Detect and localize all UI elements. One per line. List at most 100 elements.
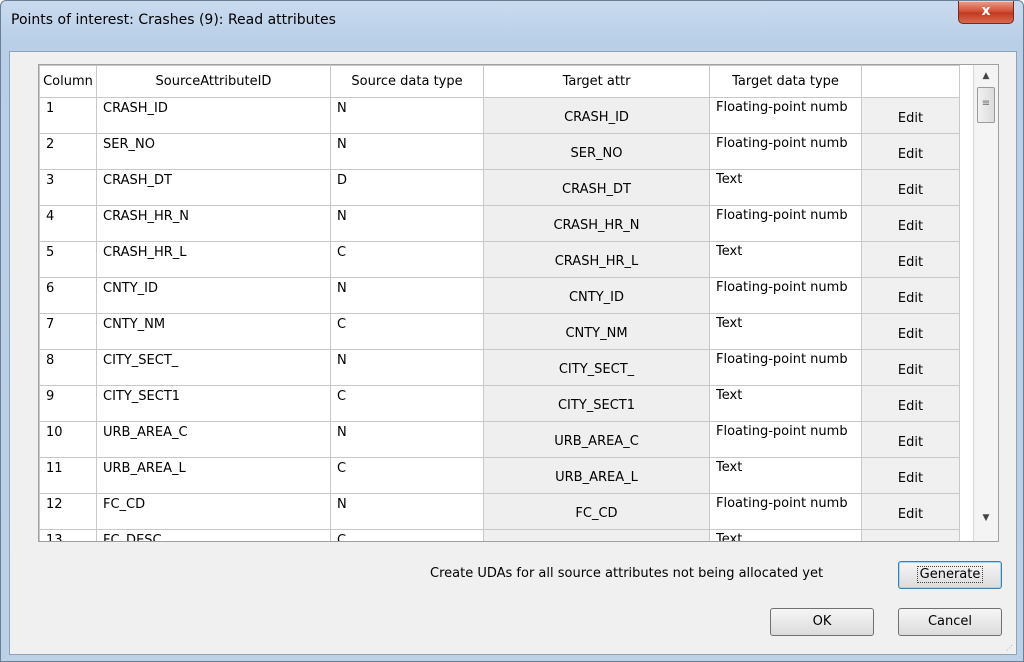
edit-button[interactable]: Edit xyxy=(861,277,960,314)
edit-button[interactable]: Edit xyxy=(861,421,960,458)
scroll-up-arrow-icon[interactable]: ▲ xyxy=(974,67,998,85)
resize-grip-icon[interactable]: ⋰ xyxy=(1006,644,1014,652)
table-row[interactable]: 2 SER_NO N SER_NO Floating-point numb Edit xyxy=(39,133,960,170)
edit-button[interactable]: Edit xyxy=(861,457,960,494)
title-bar[interactable]: Points of interest: Crashes (9): Read at… xyxy=(1,1,1023,45)
table-row[interactable]: 10 URB_AREA_C N URB_AREA_C Floating-point nu… xyxy=(39,421,960,458)
cell-target-attr[interactable]: CNTY_ID xyxy=(483,277,710,314)
cell-target-attr[interactable]: FC_DESC xyxy=(483,529,710,541)
header-target-data-type[interactable]: Target data type xyxy=(709,65,862,98)
table-row[interactable]: 6 CNTY_ID N CNTY_ID Floating-point numb Edit xyxy=(39,277,960,314)
generate-button[interactable]: Generate xyxy=(898,561,1002,589)
cell-source-attribute-id: CRASH_ID xyxy=(96,97,331,134)
scroll-down-arrow-icon[interactable]: ▼ xyxy=(974,509,998,527)
attribute-grid: Column SourceAttributeID Source data typ… xyxy=(38,64,999,542)
cell-target-attr[interactable]: URB_AREA_L xyxy=(483,457,710,494)
cell-target-data-type[interactable]: Text xyxy=(709,529,862,541)
edit-button[interactable]: Edit xyxy=(861,349,960,386)
edit-button[interactable]: Edit xyxy=(861,529,960,541)
cell-target-data-type[interactable]: Text xyxy=(709,313,862,350)
window-title: Points of interest: Crashes (9): Read at… xyxy=(11,12,336,28)
edit-button[interactable]: Edit xyxy=(861,313,960,350)
cell-target-attr[interactable]: CRASH_DT xyxy=(483,169,710,206)
cell-source-attribute-id: FC_DESC xyxy=(96,529,331,541)
cell-target-data-type[interactable]: Floating-point numb xyxy=(709,493,862,530)
table-row[interactable]: 1 CRASH_ID N CRASH_ID Floating-point numb Edi… xyxy=(39,97,960,134)
cell-column: 11 xyxy=(39,457,97,494)
cell-source-data-type: C xyxy=(330,313,484,350)
table-row[interactable]: 11 URB_AREA_L C URB_AREA_L Text Edit xyxy=(39,457,960,494)
cell-source-data-type: N xyxy=(330,205,484,242)
cell-target-attr[interactable]: CITY_SECT_ xyxy=(483,349,710,386)
generate-button-label: Generate xyxy=(916,566,984,583)
cell-target-data-type[interactable]: Text xyxy=(709,385,862,422)
cell-target-attr[interactable]: CNTY_NM xyxy=(483,313,710,350)
close-icon: x xyxy=(981,3,991,19)
cell-column: 13 xyxy=(39,529,97,541)
cell-source-attribute-id: SER_NO xyxy=(96,133,331,170)
table-row[interactable]: 9 CITY_SECT1 C CITY_SECT1 Text Edit xyxy=(39,385,960,422)
header-source-data-type[interactable]: Source data type xyxy=(330,65,484,98)
scroll-thumb-grip-icon: ≡ xyxy=(981,98,991,109)
edit-button[interactable]: Edit xyxy=(861,493,960,530)
table-row[interactable]: 8 CITY_SECT_ N CITY_SECT_ Floating-point num… xyxy=(39,349,960,386)
cell-target-data-type[interactable]: Text xyxy=(709,457,862,494)
cell-column: 8 xyxy=(39,349,97,386)
ok-button[interactable]: OK xyxy=(770,608,874,636)
edit-button[interactable]: Edit xyxy=(861,97,960,134)
edit-button[interactable]: Edit xyxy=(861,133,960,170)
edit-button[interactable]: Edit xyxy=(861,205,960,242)
header-target-attr[interactable]: Target attr xyxy=(483,65,710,98)
close-button[interactable]: x xyxy=(958,1,1014,24)
cell-source-attribute-id: CITY_SECT1 xyxy=(96,385,331,422)
cell-source-attribute-id: CRASH_HR_N xyxy=(96,205,331,242)
cell-target-data-type[interactable]: Text xyxy=(709,241,862,278)
cell-target-data-type[interactable]: Floating-point numb xyxy=(709,133,862,170)
scroll-thumb[interactable]: ≡ xyxy=(977,87,995,123)
cell-source-data-type: C xyxy=(330,385,484,422)
cell-target-attr[interactable]: CRASH_HR_L xyxy=(483,241,710,278)
cell-target-attr[interactable]: URB_AREA_C xyxy=(483,421,710,458)
cell-source-data-type: C xyxy=(330,529,484,541)
cell-column: 1 xyxy=(39,97,97,134)
cell-column: 10 xyxy=(39,421,97,458)
cell-target-attr[interactable]: CRASH_HR_N xyxy=(483,205,710,242)
cancel-button[interactable]: Cancel xyxy=(898,608,1002,636)
cell-source-attribute-id: URB_AREA_C xyxy=(96,421,331,458)
cell-target-attr[interactable]: SER_NO xyxy=(483,133,710,170)
cell-target-data-type[interactable]: Floating-point numb xyxy=(709,205,862,242)
cell-target-attr[interactable]: FC_CD xyxy=(483,493,710,530)
cell-column: 2 xyxy=(39,133,97,170)
cell-source-data-type: N xyxy=(330,133,484,170)
cell-target-attr[interactable]: CITY_SECT1 xyxy=(483,385,710,422)
dialog-window: Points of interest: Crashes (9): Read at… xyxy=(0,0,1024,662)
header-edit xyxy=(861,65,960,98)
cell-source-attribute-id: CNTY_NM xyxy=(96,313,331,350)
vertical-scrollbar[interactable]: ▲ ≡ ▼ xyxy=(973,65,998,541)
table-row[interactable]: 7 CNTY_NM C CNTY_NM Text Edit xyxy=(39,313,960,350)
cell-target-data-type[interactable]: Text xyxy=(709,169,862,206)
cell-source-attribute-id: CITY_SECT_ xyxy=(96,349,331,386)
cell-source-attribute-id: URB_AREA_L xyxy=(96,457,331,494)
cell-column: 6 xyxy=(39,277,97,314)
table-row[interactable]: 13FC_DESCCFC_DESCTextEdit xyxy=(39,529,960,541)
cell-target-data-type[interactable]: Floating-point numb xyxy=(709,277,862,314)
edit-button[interactable]: Edit xyxy=(861,241,960,278)
table-row[interactable]: 3 CRASH_DT D CRASH_DT Text Edit xyxy=(39,169,960,206)
cell-target-data-type[interactable]: Floating-point numb xyxy=(709,97,862,134)
cell-source-data-type: N xyxy=(330,277,484,314)
edit-button[interactable]: Edit xyxy=(861,169,960,206)
table-row[interactable]: 4 CRASH_HR_N N CRASH_HR_N Floating-point num… xyxy=(39,205,960,242)
table-row[interactable]: 5 CRASH_HR_L C CRASH_HR_L Text Edit xyxy=(39,241,960,278)
edit-button[interactable]: Edit xyxy=(861,385,960,422)
table-row[interactable]: 12 FC_CD N FC_CD Floating-point numb Edit xyxy=(39,493,960,530)
cell-source-attribute-id: FC_CD xyxy=(96,493,331,530)
header-column[interactable]: Column xyxy=(39,65,97,98)
header-source-attribute-id[interactable]: SourceAttributeID xyxy=(96,65,331,98)
cell-target-data-type[interactable]: Floating-point numb xyxy=(709,421,862,458)
cell-target-data-type[interactable]: Floating-point numb xyxy=(709,349,862,386)
cell-source-data-type: C xyxy=(330,241,484,278)
cell-target-attr[interactable]: CRASH_ID xyxy=(483,97,710,134)
cell-column: 9 xyxy=(39,385,97,422)
cell-source-attribute-id: CNTY_ID xyxy=(96,277,331,314)
